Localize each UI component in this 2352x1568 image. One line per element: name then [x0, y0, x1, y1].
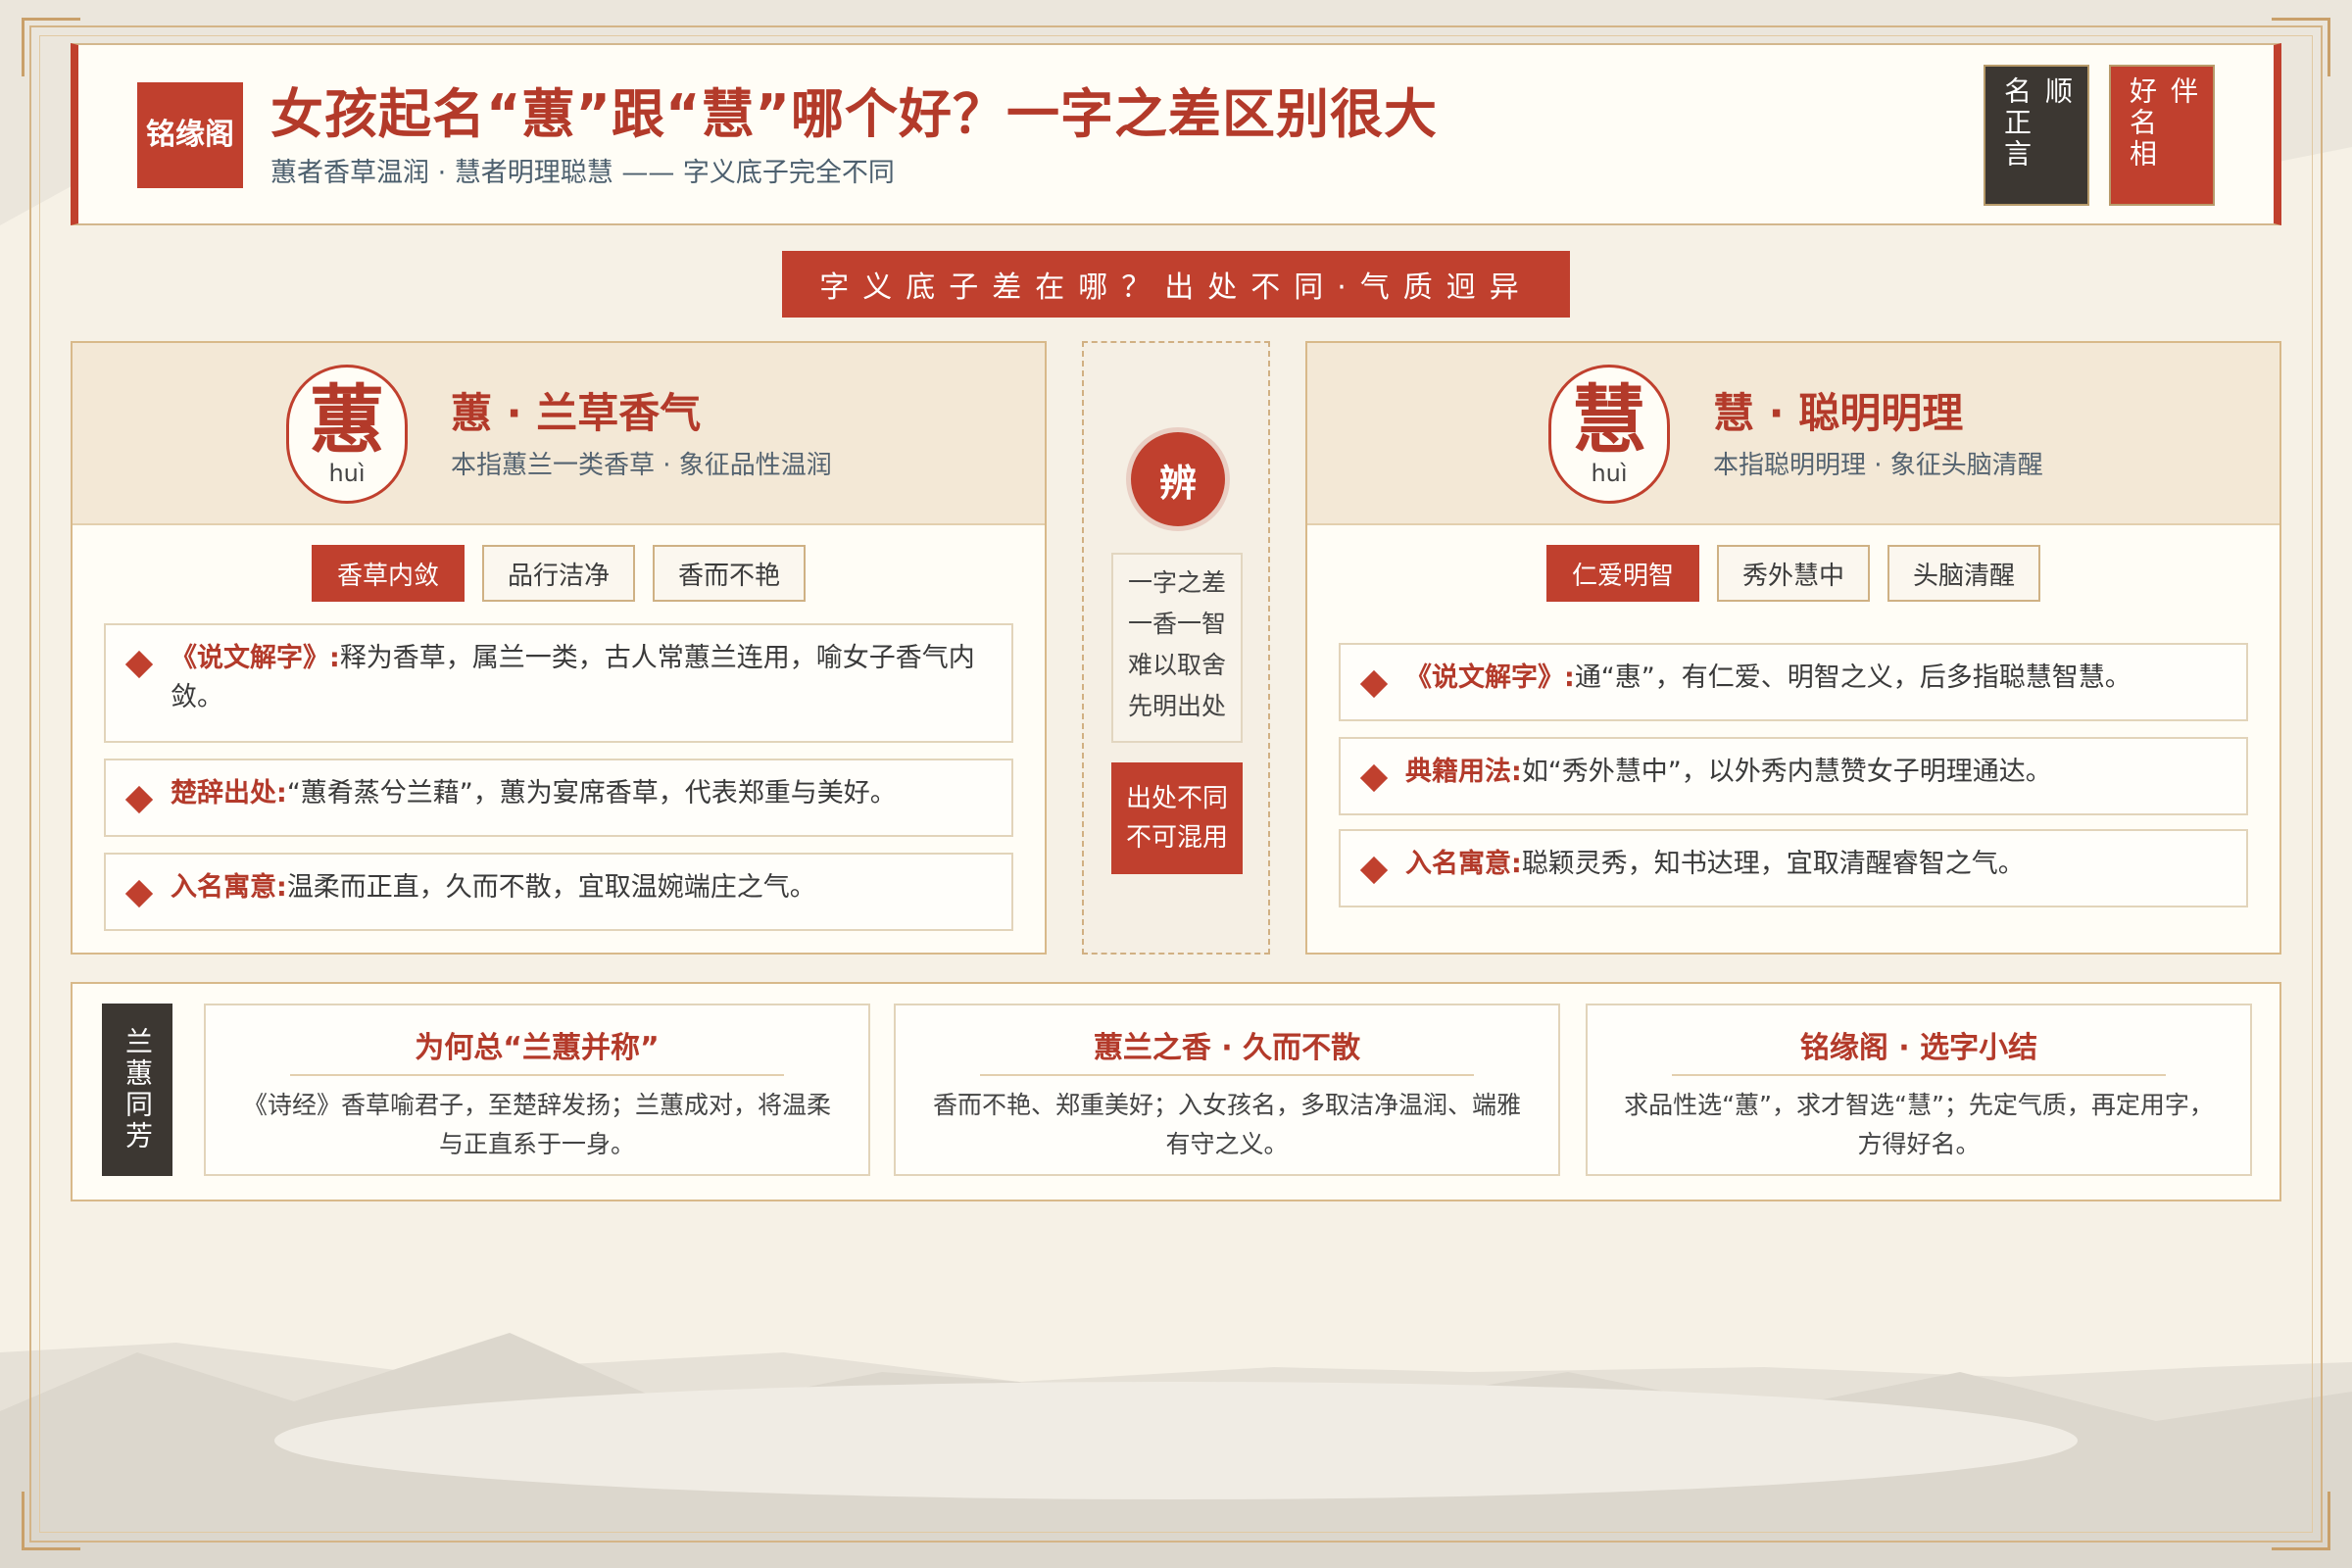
card-text: 香而不艳、郑重美好；入女孩名，多取洁净温润、端雅有守之义。 [932, 1091, 1521, 1158]
panel-hui-orchid: 蕙 huì 蕙 · 兰草香气 本指蕙兰一类香草 · 象征品性温润 香草内敛 品行… [71, 341, 1047, 955]
list-item: 《说文解字》:释为香草，属兰一类，古人常蕙兰连用，喻女子香气内敛。 [104, 623, 1013, 743]
panel-description: 本指蕙兰一类香草 · 象征品性温润 [451, 451, 832, 480]
center-text: 一字之差 一香一智 难以取舍 先明出处 [1111, 553, 1243, 743]
diamond-icon [1359, 669, 1389, 699]
character-badge: 慧 huì [1548, 365, 1670, 504]
character-glyph: 蕙 [310, 376, 384, 464]
center-line: 一字之差 [1127, 568, 1226, 597]
item-key: 《说文解字》: [1405, 662, 1575, 693]
list-item: 楚辞出处:“蕙肴蒸兮兰藉”，蕙为宴席香草，代表郑重与美好。 [104, 759, 1013, 837]
item-key: 入名寓意: [171, 872, 287, 903]
character-badge: 蕙 huì [286, 365, 408, 504]
tag-row: 仁爱明智 秀外慧中 头脑清醒 [1307, 545, 2279, 602]
tag-item: 头脑清醒 [1887, 545, 2041, 602]
distinguish-badge: 辨 [1126, 427, 1230, 531]
panel-hui-wisdom: 慧 huì 慧 · 聪明明理 本指聪明明理 · 象征头脑清醒 仁爱明智 秀外慧中… [1305, 341, 2281, 955]
tag-item: 仁爱明智 [1545, 545, 1699, 602]
bottom-section: 兰蕙同芳 为何总“兰蕙并称” 《诗经》香草喻君子，至楚辞发扬；兰蕙成对，将温柔与… [71, 982, 2281, 1201]
page-title: 女孩起名“蕙”跟“慧”哪个好？一字之差区别很大 [270, 83, 1438, 145]
center-note-line: 出处不同 [1125, 784, 1228, 813]
card-title: 为何总“兰蕙并称” [290, 1023, 784, 1076]
tag-row: 香草内敛 品行洁净 香而不艳 [73, 545, 1045, 602]
bottom-label: 兰蕙同芳 [102, 1004, 172, 1176]
summary-card: 蕙兰之香 · 久而不散 香而不艳、郑重美好；入女孩名，多取洁净温润、端雅有守之义… [894, 1004, 1560, 1176]
list-item: 入名寓意:温柔而正直，久而不散，宜取温婉端庄之气。 [104, 853, 1013, 931]
panel-title: 慧 · 聪明明理 [1713, 389, 1964, 437]
tag-item: 秀外慧中 [1716, 545, 1870, 602]
summary-card: 铭缘阁 · 选字小结 求品性选“蕙”，求才智选“慧”；先定气质，再定用字，方得好… [1586, 1004, 2252, 1176]
item-value: 如“秀外慧中”，以外秀内慧赞女子明理通达。 [1521, 757, 2052, 787]
item-key: 入名寓意: [1405, 849, 1522, 879]
list-item: 入名寓意:聪颖灵秀，知书达理，宜取清醒睿智之气。 [1339, 829, 2248, 907]
center-line: 先明出处 [1127, 692, 1226, 720]
item-key: 典籍用法: [1405, 757, 1522, 787]
seal-text: 伴 [2167, 76, 2199, 108]
tag-item: 品行洁净 [481, 545, 635, 602]
character-pinyin: huì [328, 460, 366, 487]
card-text: 求品性选“蕙”，求才智选“慧”；先定气质，再定用字，方得好名。 [1624, 1091, 2214, 1158]
brand-logo: 铭缘阁 [137, 82, 243, 188]
tag-item: 香草内敛 [311, 545, 465, 602]
seal-text: 好名相 [2126, 76, 2158, 171]
item-value: 通“惠”，有仁爱、明智之义，后多指聪慧智慧。 [1574, 662, 2132, 693]
item-value: “蕙肴蒸兮兰藉”，蕙为宴席香草，代表郑重与美好。 [286, 778, 897, 808]
item-value: 聪颖灵秀，知书达理，宜取清醒睿智之气。 [1521, 849, 2025, 879]
page-subtitle: 蕙者香草温润 · 慧者明理聪慧 —— 字义底子完全不同 [270, 158, 895, 188]
corner-ornament [2272, 1492, 2330, 1550]
center-line: 难以取舍 [1127, 651, 1226, 679]
diamond-icon [124, 785, 154, 814]
panel-title: 蕙 · 兰草香气 [451, 389, 702, 437]
diamond-icon [1359, 763, 1389, 793]
character-glyph: 慧 [1572, 376, 1646, 464]
list-item: 典籍用法:如“秀外慧中”，以外秀内慧赞女子明理通达。 [1339, 737, 2248, 815]
center-note-line: 不可混用 [1125, 823, 1228, 853]
diamond-icon [124, 650, 154, 679]
item-value: 温柔而正直，久而不散，宜取温婉端庄之气。 [286, 872, 816, 903]
character-pinyin: huì [1591, 460, 1628, 487]
panel-description: 本指聪明明理 · 象征头脑清醒 [1713, 451, 2043, 480]
center-line: 一香一智 [1127, 610, 1226, 638]
list-item: 《说文解字》:通“惠”，有仁爱、明智之义，后多指聪慧智慧。 [1339, 643, 2248, 721]
summary-card: 为何总“兰蕙并称” 《诗经》香草喻君子，至楚辞发扬；兰蕙成对，将温柔与正直系于一… [204, 1004, 870, 1176]
seal-red: 伴 好名相 [2109, 65, 2215, 206]
card-title: 蕙兰之香 · 久而不散 [980, 1023, 1474, 1076]
item-key: 《说文解字》: [171, 643, 340, 673]
center-divider: 辨 一字之差 一香一智 难以取舍 先明出处 出处不同 不可混用 [1082, 341, 1270, 955]
item-key: 楚辞出处: [171, 778, 287, 808]
card-title: 铭缘阁 · 选字小结 [1672, 1023, 2166, 1076]
diamond-icon [124, 879, 154, 908]
section-banner: 字义底子差在哪？出处不同·气质迥异 [782, 251, 1570, 318]
center-note: 出处不同 不可混用 [1111, 762, 1243, 874]
seal-text: 顺 [2041, 76, 2074, 108]
seal-dark: 顺 名正言 [1984, 65, 2089, 206]
tag-item: 香而不艳 [653, 545, 807, 602]
seal-text: 名正言 [2000, 76, 2033, 171]
corner-ornament [22, 1492, 80, 1550]
diamond-icon [1359, 856, 1389, 885]
card-text: 《诗经》香草喻君子，至楚辞发扬；兰蕙成对，将温柔与正直系于一身。 [242, 1091, 831, 1158]
